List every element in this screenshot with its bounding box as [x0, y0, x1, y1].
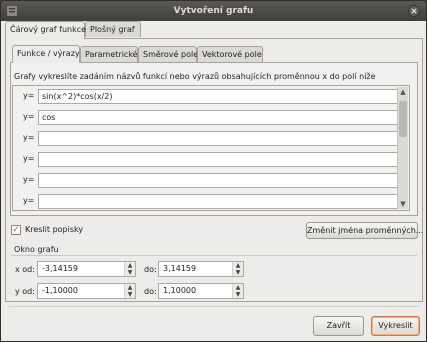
decrement-icon[interactable]: ▼ — [126, 269, 134, 276]
function-input[interactable]: cos — [38, 110, 400, 125]
scrollbar-thumb[interactable] — [399, 101, 407, 137]
function-row-label: y= — [23, 91, 35, 100]
y-to-value: 1,10000 — [163, 286, 197, 295]
y-from-stepper[interactable]: ▲ ▼ — [124, 284, 135, 298]
tab-surface-graph[interactable]: Plošný graf — [85, 21, 141, 37]
y-to-stepper[interactable]: ▲ ▼ — [232, 284, 243, 298]
scroll-up-icon[interactable]: ▲ — [399, 88, 407, 96]
function-input[interactable]: sin(x^2)*cos(x/2) — [38, 89, 400, 104]
x-to-value: 3,14159 — [163, 264, 197, 273]
close-button[interactable]: Zavřít — [313, 316, 364, 336]
instructions-text: Grafy vykreslíte zadáním názvů funkcí ne… — [14, 72, 376, 81]
title-bar: Vytvoření grafu — [1, 1, 426, 21]
increment-icon[interactable]: ▲ — [234, 284, 242, 291]
tab-parametric-label: Parametrické — [85, 50, 138, 59]
footer-separator — [9, 306, 419, 307]
tab-vector-field[interactable]: Vektorové pole — [197, 46, 263, 62]
x-from-stepper[interactable]: ▲ ▼ — [124, 262, 135, 276]
increment-icon[interactable]: ▲ — [126, 262, 134, 269]
decrement-icon[interactable]: ▼ — [234, 291, 242, 298]
tab-line-graph-label: Čárový graf funkce — [10, 25, 87, 34]
function-row-label: y= — [23, 196, 35, 205]
window-title: Vytvoření grafu — [173, 6, 254, 16]
x-from-label: x od: — [15, 265, 35, 274]
tab-surface-graph-label: Plošný graf — [90, 25, 135, 34]
y-to-label: do: — [144, 287, 157, 296]
tab-vector-field-label: Vektorové pole — [202, 50, 262, 59]
y-from-label: y od: — [15, 287, 35, 296]
increment-icon[interactable]: ▲ — [126, 284, 134, 291]
function-input[interactable] — [38, 194, 400, 209]
x-to-stepper[interactable]: ▲ ▼ — [232, 262, 243, 276]
decrement-icon[interactable]: ▼ — [234, 269, 242, 276]
plot-button[interactable]: Vykreslit — [371, 316, 420, 336]
function-input[interactable] — [38, 131, 400, 146]
draw-labels-label: Kreslit popisky — [25, 225, 84, 234]
dialog-window: Vytvoření grafu Čárový graf funkce Plošn… — [0, 0, 427, 342]
x-from-value: -3,14159 — [42, 264, 78, 273]
tab-functions[interactable]: Funkce / výrazy — [12, 45, 80, 63]
window-menu-icon[interactable] — [6, 5, 18, 17]
y-from-value: -1,10000 — [42, 286, 78, 295]
function-row-label: y= — [23, 133, 35, 142]
tab-functions-label: Funkce / výrazy — [17, 49, 80, 58]
close-icon[interactable] — [408, 5, 420, 17]
function-input[interactable] — [38, 152, 400, 167]
tab-line-graph[interactable]: Čárový graf funkce — [5, 21, 87, 39]
draw-labels-checkbox[interactable]: ✓ — [11, 225, 21, 235]
y-from-spinbox[interactable]: -1,10000 ▲ ▼ — [37, 283, 136, 299]
tab-direction-field-label: Směrové pole — [143, 50, 199, 59]
y-to-spinbox[interactable]: 1,10000 ▲ ▼ — [158, 283, 244, 299]
x-from-spinbox[interactable]: -3,14159 ▲ ▼ — [37, 261, 136, 277]
x-to-spinbox[interactable]: 3,14159 ▲ ▼ — [158, 261, 244, 277]
function-row-label: y= — [23, 154, 35, 163]
function-list: y= sin(x^2)*cos(x/2) y= cos y= y= y= y= … — [12, 85, 410, 211]
x-to-label: do: — [144, 265, 157, 274]
function-list-scrollbar[interactable]: ▲ ▼ — [397, 87, 408, 209]
function-row-label: y= — [23, 175, 35, 184]
decrement-icon[interactable]: ▼ — [126, 291, 134, 298]
tab-parametric[interactable]: Parametrické — [80, 46, 138, 62]
tab-direction-field[interactable]: Směrové pole — [138, 46, 199, 62]
group-divider — [11, 255, 417, 256]
rename-variables-button[interactable]: Změnit jména proměnných... — [306, 222, 423, 239]
function-input[interactable] — [38, 173, 400, 188]
plot-window-title: Okno grafu — [14, 245, 59, 254]
scroll-down-icon[interactable]: ▼ — [399, 200, 407, 208]
increment-icon[interactable]: ▲ — [234, 262, 242, 269]
function-row-label: y= — [23, 112, 35, 121]
